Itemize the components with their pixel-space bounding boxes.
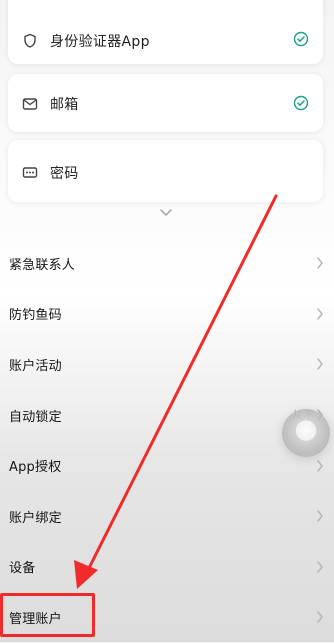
menu-item-label: 设备 bbox=[9, 561, 36, 577]
chevron-right-icon bbox=[317, 611, 323, 624]
menu-item-app-authorization[interactable]: App授权 bbox=[0, 440, 334, 491]
menu-item-account-binding[interactable]: 账户绑定 bbox=[0, 491, 334, 542]
menu-item-label: 自动锁定 bbox=[9, 409, 62, 425]
email-card[interactable]: 邮箱 bbox=[8, 74, 323, 132]
check-circle-icon bbox=[293, 31, 309, 47]
password-label: 密码 bbox=[50, 166, 79, 182]
password-card[interactable]: 密码 bbox=[8, 140, 323, 202]
chevron-down-icon[interactable] bbox=[158, 206, 174, 218]
menu-item-devices[interactable]: 设备 bbox=[0, 542, 334, 593]
menu-item-label: App授权 bbox=[9, 460, 62, 476]
check-circle-icon bbox=[293, 95, 309, 111]
authenticator-label: 身份验证器App bbox=[50, 34, 150, 50]
floating-assistive-ball[interactable] bbox=[282, 409, 330, 457]
menu-item-label: 紧急联系人 bbox=[9, 257, 76, 273]
chevron-right-icon bbox=[317, 308, 323, 320]
chevron-right-icon bbox=[317, 257, 323, 270]
mail-icon bbox=[22, 96, 38, 112]
email-label: 邮箱 bbox=[50, 97, 79, 113]
menu-item-account-activity[interactable]: 账户活动 bbox=[0, 339, 334, 390]
chevron-right-icon bbox=[317, 459, 323, 472]
password-card-icon bbox=[22, 165, 38, 181]
menu-item-emergency-contact[interactable]: 紧急联系人 bbox=[0, 238, 334, 289]
menu-item-manage-account[interactable]: 管理账户 bbox=[0, 592, 334, 643]
authenticator-card[interactable]: 身份验证器App bbox=[8, 0, 323, 64]
chevron-right-icon bbox=[317, 358, 323, 371]
chevron-right-icon bbox=[317, 561, 323, 573]
menu-item-label: 管理账户 bbox=[9, 611, 62, 627]
menu-item-anti-phishing-code[interactable]: 防钓鱼码 bbox=[0, 289, 334, 340]
menu-item-label: 防钓鱼码 bbox=[9, 308, 62, 324]
chevron-right-icon bbox=[317, 510, 323, 523]
menu-item-label: 账户绑定 bbox=[9, 510, 62, 526]
menu-item-label: 账户活动 bbox=[9, 358, 62, 374]
shield-icon bbox=[22, 33, 38, 49]
